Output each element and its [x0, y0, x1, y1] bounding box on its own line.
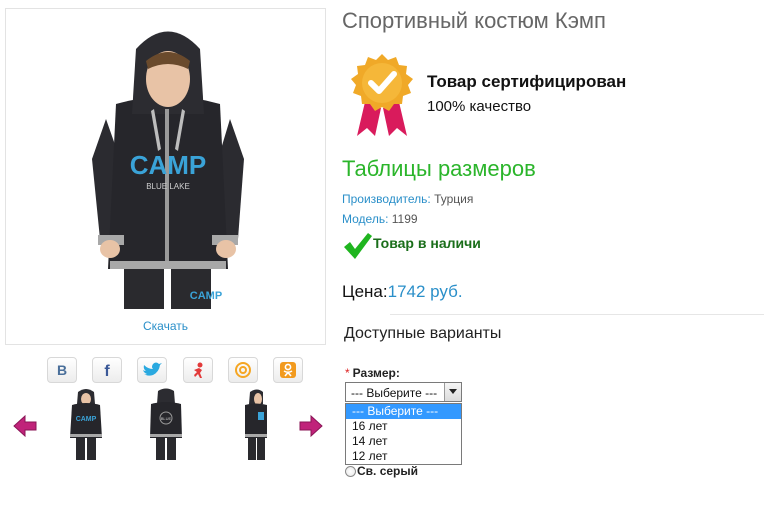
price-value: 1742 руб.: [387, 282, 463, 301]
share-buttons: B f: [47, 357, 305, 385]
twitter-share-button[interactable]: [137, 357, 167, 383]
odnoklassniki-share-button[interactable]: [273, 357, 303, 383]
color-radio[interactable]: [345, 466, 356, 477]
odnoklassniki-icon: [280, 362, 296, 378]
mail-icon: [235, 362, 251, 378]
facebook-icon: f: [104, 363, 110, 379]
size-option[interactable]: 16 лет: [346, 419, 461, 434]
size-dropdown-list: --- Выберите --- 16 лет 14 лет 12 лет: [345, 403, 462, 465]
facebook-share-button[interactable]: f: [92, 357, 122, 383]
required-mark: *: [345, 366, 350, 380]
svg-text:CAMP: CAMP: [130, 150, 207, 180]
thumbnail-front[interactable]: CAMP: [64, 388, 108, 462]
size-select-value: --- Выберите ---: [351, 386, 438, 400]
vkontakte-icon: B: [57, 362, 67, 378]
svg-text:B: B: [57, 362, 67, 378]
certificate-badge-icon: [351, 54, 413, 136]
certificate-title: Товар сертифицирован: [427, 72, 627, 91]
size-label-text: Размер:: [352, 366, 400, 380]
product-title: Спортивный костюм Кэмп: [342, 8, 606, 33]
moimir-share-button[interactable]: [183, 357, 213, 383]
manufacturer-row: Производитель: Турция: [342, 192, 473, 206]
thumbnail-carousel: CAMP BLUE: [8, 388, 328, 464]
thumbnail-side[interactable]: [234, 388, 278, 462]
size-option[interactable]: 14 лет: [346, 434, 461, 449]
svg-text:CAMP: CAMP: [190, 290, 222, 302]
moimir-icon: [194, 362, 203, 378]
size-select[interactable]: --- Выберите ---: [345, 382, 462, 402]
stock-label: Товар в наличи: [373, 235, 481, 251]
vkontakte-share-button[interactable]: B: [47, 357, 77, 383]
size-label: * Размер:: [345, 366, 400, 380]
svg-text:BLUE: BLUE: [161, 416, 172, 421]
product-main-image[interactable]: CAMP BLUE LAKE CAMP Скачать: [5, 8, 326, 345]
svg-text:BLUE LAKE: BLUE LAKE: [146, 182, 190, 191]
model-key: Модель:: [342, 212, 389, 226]
size-option[interactable]: --- Выберите ---: [346, 404, 461, 419]
model-row: Модель: 1199: [342, 212, 418, 226]
size-tables-link[interactable]: Таблицы размеров: [342, 156, 536, 182]
options-title: Доступные варианты: [344, 325, 502, 342]
manufacturer-value: Турция: [434, 192, 474, 206]
download-link[interactable]: Скачать: [6, 319, 325, 333]
certificate-subtitle: 100% качество: [427, 98, 532, 115]
arrow-right-icon[interactable]: [298, 414, 324, 438]
price: Цена:1742 руб.: [342, 282, 463, 302]
arrow-left-icon[interactable]: [12, 414, 38, 438]
options-divider: [390, 314, 764, 315]
product-photo: CAMP BLUE LAKE CAMP: [92, 31, 244, 309]
svg-text:f: f: [104, 363, 110, 379]
size-option[interactable]: 12 лет: [346, 449, 461, 464]
price-label: Цена:: [342, 282, 388, 301]
twitter-icon: [143, 362, 162, 376]
svg-text:CAMP: CAMP: [76, 416, 97, 423]
checkmark-icon: [344, 233, 372, 259]
mail-share-button[interactable]: [228, 357, 258, 383]
manufacturer-link[interactable]: Производитель:: [342, 192, 431, 206]
chevron-down-icon[interactable]: [444, 383, 461, 401]
model-value: 1199: [391, 212, 418, 226]
thumbnail-back[interactable]: BLUE: [144, 388, 188, 462]
color-option-label: Св. серый: [357, 464, 419, 478]
